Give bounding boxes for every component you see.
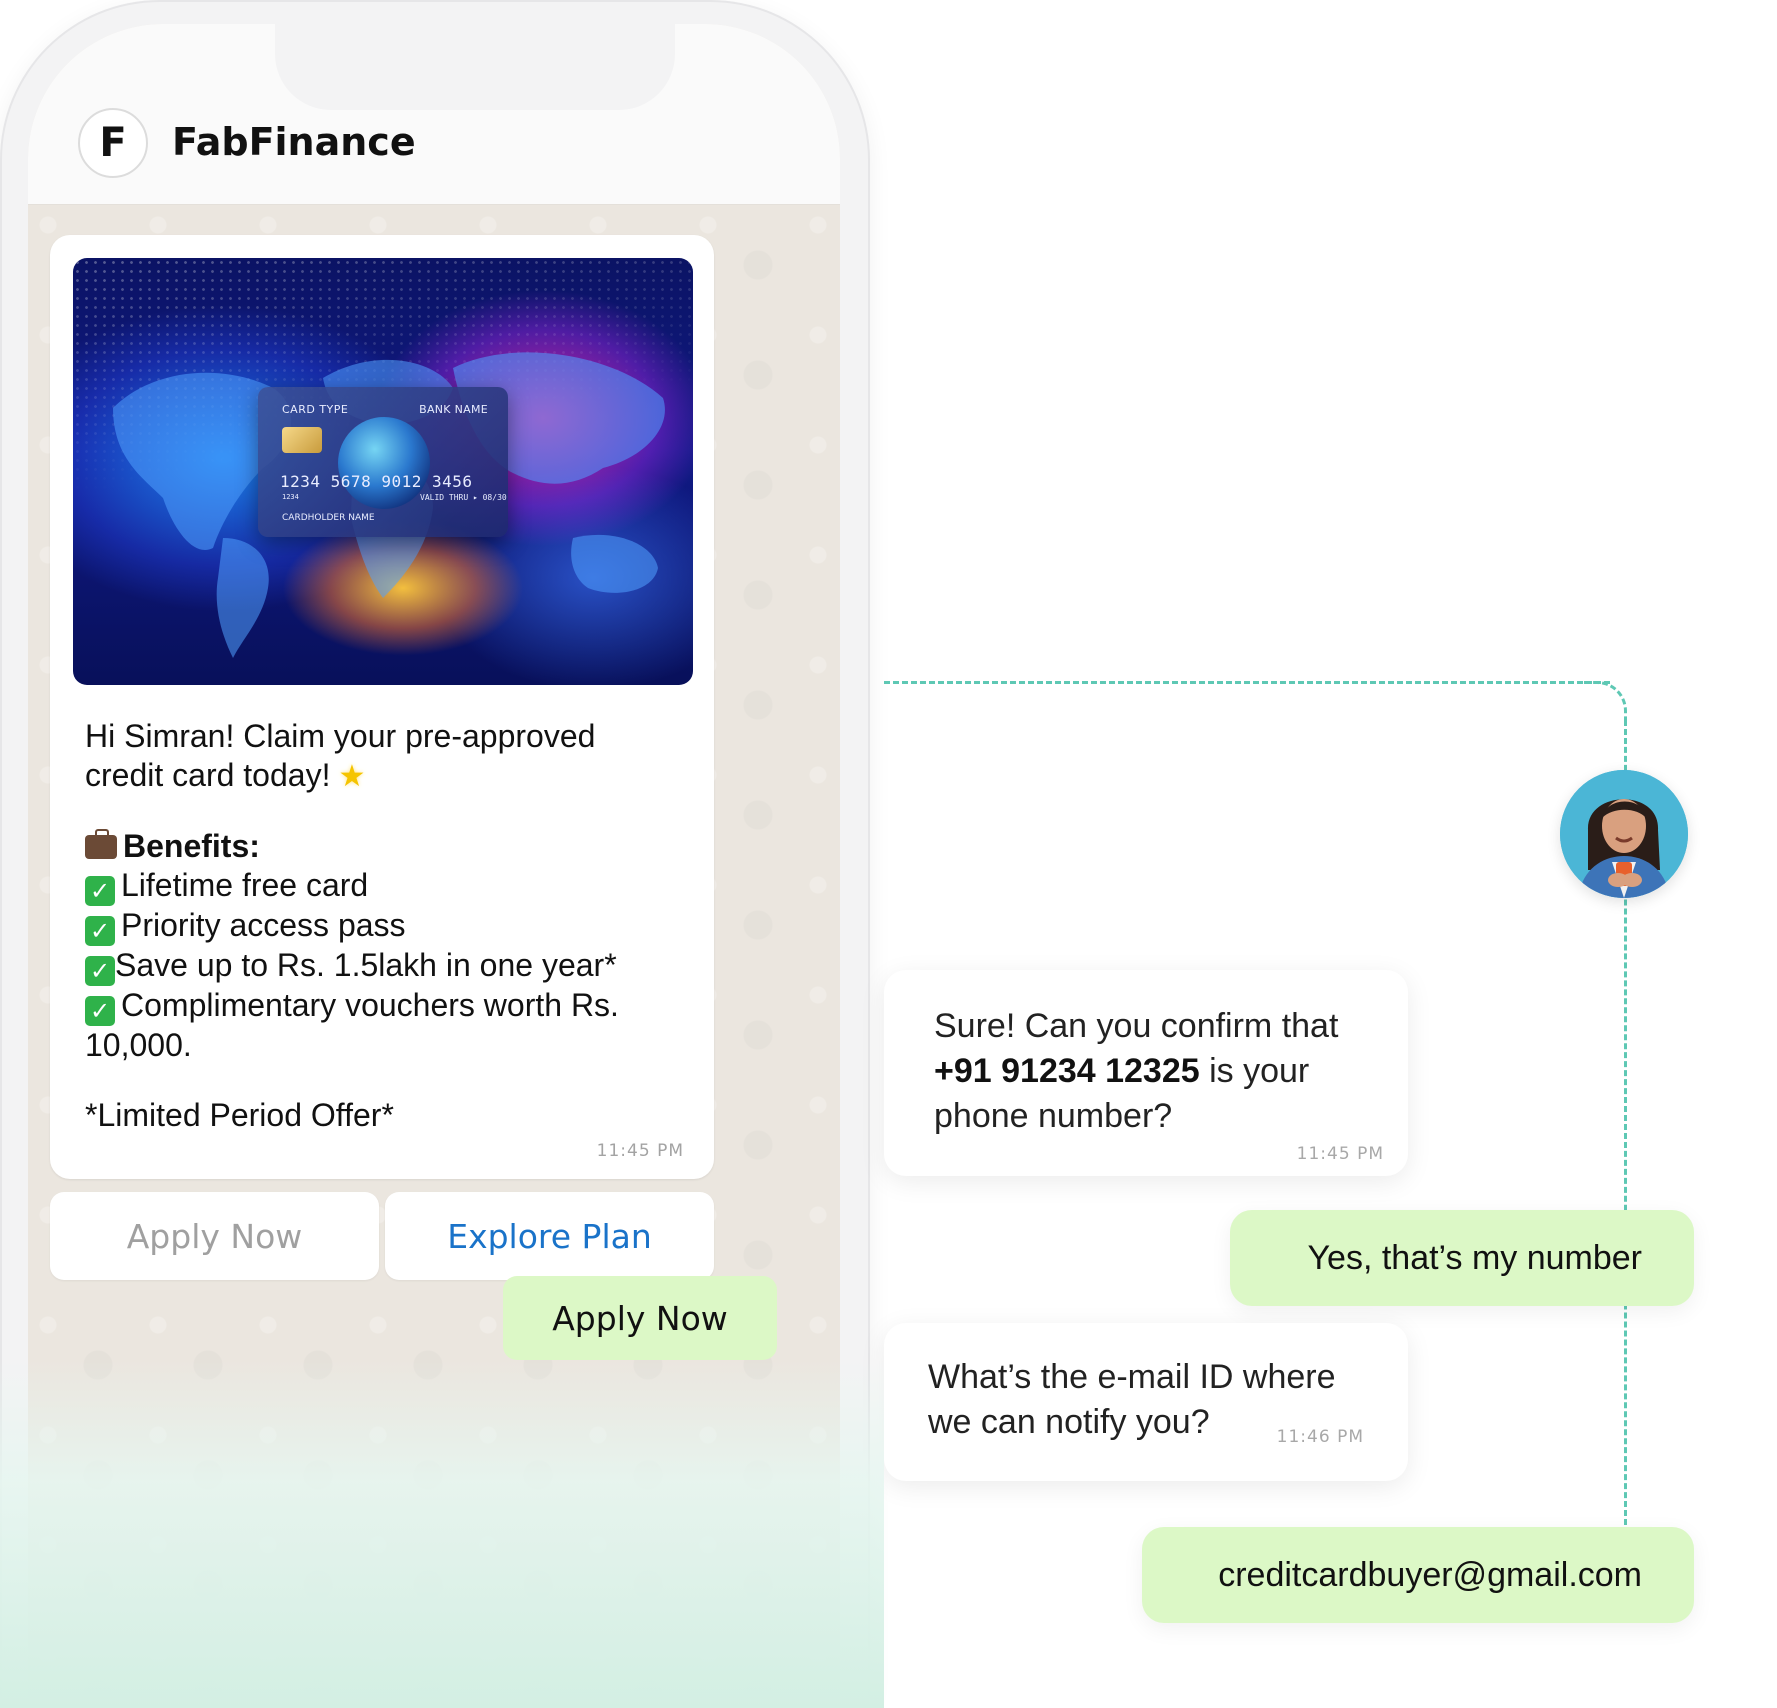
credit-card-banner-image: CARD TYPE BANK NAME 1234 5678 9012 3456 … (73, 258, 693, 685)
globe-icon (338, 417, 430, 509)
text-gap (85, 1065, 695, 1096)
check-mark-icon: ✓ (85, 996, 115, 1026)
apply-now-button[interactable]: Apply Now (50, 1192, 379, 1280)
greeting-line-2: credit card today! (85, 757, 331, 793)
message-timestamp: 11:45 PM (596, 1141, 684, 1161)
bot-line-1: What’s the e-mail ID where (928, 1358, 1336, 1396)
check-mark-icon: ✓ (85, 876, 115, 906)
greeting-line-1: Hi Simran! Claim your pre-approved (85, 718, 596, 754)
limited-offer-text: *Limited Period Offer* (85, 1097, 394, 1133)
connector-line-horizontal (884, 681, 1610, 684)
bot-line-2: +91 91234 12325 is your (934, 1049, 1338, 1094)
briefcase-emoji-icon (85, 829, 117, 859)
check-mark-icon: ✓ (85, 956, 115, 986)
phone-number: +91 91234 12325 (934, 1052, 1200, 1090)
card-sub-number: 1234 (282, 493, 299, 501)
explore-plan-button[interactable]: Explore Plan (385, 1192, 714, 1280)
offer-message-text: Hi Simran! Claim your pre-approved credi… (85, 717, 695, 1135)
benefit-text: Save up to Rs. 1.5lakh in one year* (115, 947, 617, 983)
bot-message-ask-email: What’s the e-mail ID where we can notify… (884, 1323, 1408, 1481)
bot-message-confirm-phone: Sure! Can you confirm that +91 91234 123… (884, 970, 1408, 1176)
user-message-email: creditcardbuyer@gmail.com (1142, 1527, 1694, 1623)
chip-icon (282, 427, 322, 453)
star-emoji-icon: ★ (338, 760, 366, 793)
text-gap (85, 796, 695, 827)
user-message-confirm: Yes, that’s my number (1230, 1210, 1694, 1306)
benefits-title: Benefits: (123, 828, 260, 864)
bot-message-text: What’s the e-mail ID where we can notify… (928, 1355, 1336, 1445)
greeting-line-2-row: credit card today! ★ (85, 756, 695, 796)
message-timestamp: 11:45 PM (1296, 1144, 1384, 1164)
benefit-text: Lifetime free card (121, 867, 369, 903)
message-timestamp: 11:46 PM (1276, 1427, 1364, 1447)
benefits-title-row: Benefits: (85, 827, 695, 866)
benefit-text: Priority access pass (121, 907, 406, 943)
connector-line-corner (1584, 681, 1627, 724)
benefit-text: Complimentary vouchers worth Rs. (121, 987, 619, 1023)
benefit-continuation: 10,000. (85, 1027, 192, 1063)
bottom-gradient-fade (0, 1360, 884, 1708)
benefit-item: ✓ Priority access pass (85, 906, 695, 946)
benefit-item: ✓ Complimentary vouchers worth Rs. (85, 986, 695, 1026)
business-name[interactable]: FabFinance (172, 120, 416, 164)
benefit-item: ✓ Save up to Rs. 1.5lakh in one year* (85, 946, 695, 986)
credit-card-graphic: CARD TYPE BANK NAME 1234 5678 9012 3456 … (258, 387, 508, 537)
bot-line-2: we can notify you? (928, 1403, 1210, 1441)
offer-message-bubble: CARD TYPE BANK NAME 1234 5678 9012 3456 … (50, 235, 714, 1179)
benefit-item: ✓ Lifetime free card (85, 866, 695, 906)
cardholder-name: CARDHOLDER NAME (282, 513, 375, 523)
sent-apply-now-bubble: Apply Now (503, 1276, 777, 1360)
canvas: F FabFinance CARD TYPE BANK NAME 1234 56… (0, 0, 1777, 1708)
bot-line-2-rest: is your (1199, 1052, 1310, 1090)
business-avatar[interactable]: F (78, 108, 148, 178)
card-number: 1234 5678 9012 3456 (280, 472, 473, 491)
bot-message-text: Sure! Can you confirm that +91 91234 123… (934, 1004, 1338, 1139)
woman-with-phone-icon (1560, 770, 1688, 898)
bot-line-3: phone number? (934, 1097, 1173, 1135)
user-avatar (1560, 770, 1688, 898)
bank-name-label: BANK NAME (419, 403, 488, 416)
card-valid-thru: VALID THRU ▸ 08/30 (420, 493, 507, 502)
phone-notch (275, 24, 675, 110)
check-mark-icon: ✓ (85, 916, 115, 946)
card-type-label: CARD TYPE (282, 403, 349, 416)
bot-line-1: Sure! Can you confirm that (934, 1007, 1339, 1045)
